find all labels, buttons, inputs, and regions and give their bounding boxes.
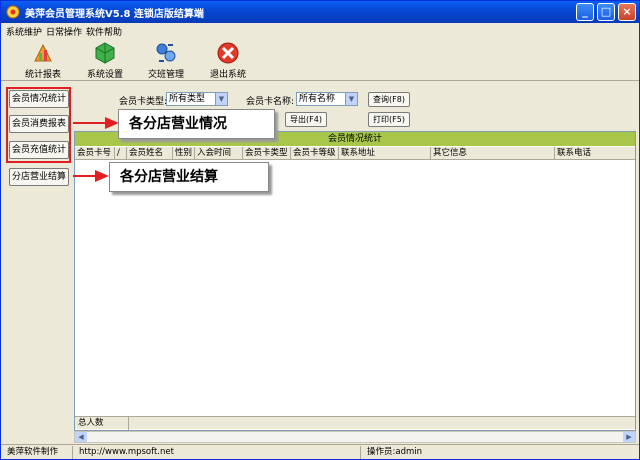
- menu-system-maintenance[interactable]: 系统维护: [6, 25, 42, 38]
- card-type-label: 会员卡类型:: [119, 97, 168, 107]
- toolbar-settings-button[interactable]: 系统设置: [83, 39, 127, 80]
- column-card-number[interactable]: 会员卡号: [75, 147, 115, 160]
- column-phone[interactable]: 联系电话: [555, 147, 635, 160]
- card-name-select[interactable]: 所有名称 ▼: [296, 92, 358, 106]
- status-maker: 美萍软件制作: [3, 446, 73, 459]
- callout-arrow-bottom: [73, 170, 109, 182]
- menu-bar: 系统维护 日常操作 软件帮助: [1, 23, 639, 39]
- sidebar-item-consumption-report[interactable]: 会员消费报表: [9, 115, 69, 133]
- toolbar-exit-label: 退出系统: [209, 70, 246, 80]
- print-button[interactable]: 打印(F5): [368, 112, 410, 127]
- menu-software-help[interactable]: 软件帮助: [86, 25, 122, 38]
- app-logo-icon: [6, 5, 20, 19]
- toolbar-settings-label: 系统设置: [86, 70, 123, 80]
- column-sort-mark[interactable]: /: [115, 147, 127, 160]
- grid-footer-row: 总人数: [75, 416, 635, 430]
- card-name-value: 所有名称: [299, 94, 336, 104]
- callout-arrow-top: [73, 117, 119, 129]
- toolbar-report-button[interactable]: 统计报表: [21, 39, 65, 80]
- window-title: 美萍会员管理系统V5.8 连锁店版结算端: [25, 9, 204, 20]
- total-members-label: 总人数: [75, 417, 129, 430]
- toolbar-report-label: 统计报表: [24, 70, 61, 80]
- status-url: http://www.mpsoft.net: [75, 446, 361, 459]
- toolbar-shift-button[interactable]: 交班管理: [144, 39, 188, 80]
- minimize-button[interactable]: _: [576, 3, 594, 21]
- status-bar: 美萍软件制作 http://www.mpsoft.net 操作员:admin: [1, 444, 639, 459]
- card-type-select[interactable]: 所有类型 ▼: [166, 92, 228, 106]
- column-member-name[interactable]: 会员姓名: [127, 147, 173, 160]
- scroll-left-icon[interactable]: ◀: [75, 432, 87, 442]
- callout-branch-business-status: 各分店营业情况: [118, 109, 275, 139]
- toolbar-shift-label: 交班管理: [147, 70, 184, 80]
- horizontal-scrollbar[interactable]: ◀ ▶: [74, 431, 636, 443]
- exit-icon: [217, 42, 239, 64]
- maximize-button[interactable]: □: [597, 3, 615, 21]
- sidebar-item-member-stats[interactable]: 会员情况统计: [9, 90, 69, 108]
- shift-handover-icon: [156, 43, 176, 62]
- scroll-right-icon[interactable]: ▶: [623, 432, 635, 442]
- toolbar-exit-button[interactable]: 退出系统: [206, 39, 250, 80]
- query-button[interactable]: 查询(F8): [368, 92, 410, 107]
- grid-header-row: 会员卡号 / 会员姓名 性别 入会时间 会员卡类型 会员卡等级 联系地址 其它信…: [75, 147, 635, 160]
- card-name-label: 会员卡名称:: [246, 97, 295, 107]
- sidebar-item-recharge-stats[interactable]: 会员充值统计: [9, 141, 69, 159]
- sidebar-item-branch-settlement[interactable]: 分店营业结算: [9, 168, 69, 186]
- app-window: 美萍会员管理系统V5.8 连锁店版结算端 _ □ × 系统维护 日常操作 软件帮…: [0, 0, 640, 460]
- column-card-type[interactable]: 会员卡类型: [243, 147, 291, 160]
- settings-cube-icon: [95, 42, 115, 64]
- chevron-down-icon[interactable]: ▼: [215, 93, 227, 105]
- column-join-date[interactable]: 入会时间: [195, 147, 243, 160]
- callout-branch-business-settlement: 各分店营业结算: [109, 162, 269, 192]
- title-bar[interactable]: 美萍会员管理系统V5.8 连锁店版结算端 _ □ ×: [1, 1, 639, 23]
- column-address[interactable]: 联系地址: [339, 147, 431, 160]
- column-other-info[interactable]: 其它信息: [431, 147, 555, 160]
- column-gender[interactable]: 性别: [173, 147, 195, 160]
- close-button[interactable]: ×: [618, 3, 636, 21]
- card-type-value: 所有类型: [169, 94, 206, 104]
- status-operator: 操作员:admin: [367, 447, 422, 457]
- menu-daily-operations[interactable]: 日常操作: [46, 25, 82, 38]
- column-card-level[interactable]: 会员卡等级: [291, 147, 339, 160]
- chart-report-icon: [34, 43, 52, 62]
- chevron-down-icon[interactable]: ▼: [345, 93, 357, 105]
- export-button[interactable]: 导出(F4): [285, 112, 327, 127]
- toolbar: 统计报表 系统设置 交班管理 退出系统: [1, 39, 639, 81]
